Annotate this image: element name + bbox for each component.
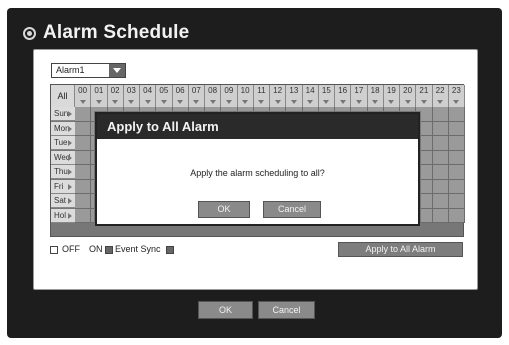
apply-to-all-alarm-button[interactable]: Apply to All Alarm — [338, 242, 463, 257]
hour-header[interactable]: 21 — [416, 85, 433, 107]
hour-header[interactable]: 07 — [188, 85, 205, 107]
hour-header[interactable]: 09 — [221, 85, 238, 107]
chevron-down-icon[interactable] — [109, 64, 125, 77]
window-title: Alarm Schedule — [43, 22, 190, 43]
legend-event-sync-label: Event Sync — [115, 244, 161, 254]
schedule-cell[interactable] — [75, 194, 92, 209]
schedule-cell[interactable] — [75, 121, 92, 136]
hour-header[interactable]: 17 — [351, 85, 368, 107]
dialog-titlebar: Apply to All Alarm — [97, 114, 418, 139]
hour-header[interactable]: 05 — [156, 85, 173, 107]
day-label[interactable]: Sat — [51, 194, 75, 208]
on-legend-box — [105, 246, 113, 254]
event-sync-legend-box — [166, 246, 174, 254]
off-legend-box — [50, 246, 58, 254]
legend-on-label: ON — [89, 244, 103, 254]
schedule-cell[interactable] — [432, 107, 449, 122]
alarm-select-value: Alarm1 — [56, 65, 85, 75]
hour-header[interactable]: 02 — [107, 85, 124, 107]
schedule-cell[interactable] — [432, 150, 449, 165]
day-label[interactable]: Tue — [51, 136, 75, 150]
dialog-ok-button[interactable]: OK — [198, 201, 250, 218]
hour-header[interactable]: 01 — [91, 85, 108, 107]
schedule-cell[interactable] — [432, 136, 449, 151]
hour-header[interactable]: 23 — [448, 85, 465, 107]
hour-header[interactable]: 04 — [140, 85, 157, 107]
cancel-button[interactable]: Cancel — [258, 301, 315, 319]
schedule-cell[interactable] — [432, 194, 449, 209]
dialog-cancel-button[interactable]: Cancel — [263, 201, 321, 218]
day-label[interactable]: Wed — [51, 150, 75, 165]
apply-confirm-dialog: Apply to All Alarm Apply the alarm sched… — [95, 112, 420, 226]
schedule-cell[interactable] — [448, 150, 465, 165]
schedule-cell[interactable] — [448, 194, 465, 209]
schedule-cell[interactable] — [432, 165, 449, 180]
ok-button[interactable]: OK — [198, 301, 253, 319]
hour-header[interactable]: 11 — [253, 85, 270, 107]
schedule-cell[interactable] — [448, 136, 465, 151]
schedule-cell[interactable] — [448, 179, 465, 194]
schedule-cell[interactable] — [448, 121, 465, 136]
hour-header[interactable]: 00 — [75, 85, 92, 107]
schedule-cell[interactable] — [432, 179, 449, 194]
schedule-cell[interactable] — [75, 150, 92, 165]
hour-header[interactable]: 12 — [270, 85, 287, 107]
hour-header[interactable]: 08 — [205, 85, 222, 107]
day-label[interactable]: Sun — [51, 107, 75, 121]
hour-header[interactable]: 14 — [302, 85, 319, 107]
hour-header[interactable]: 20 — [400, 85, 417, 107]
hour-header[interactable]: 19 — [383, 85, 400, 107]
schedule-cell[interactable] — [432, 208, 449, 223]
schedule-cell[interactable] — [75, 136, 92, 151]
hour-header[interactable]: 16 — [335, 85, 352, 107]
hour-header[interactable]: 10 — [237, 85, 254, 107]
schedule-cell[interactable] — [75, 107, 92, 122]
day-label[interactable]: Fri — [51, 179, 75, 194]
dialog-title: Apply to All Alarm — [107, 119, 219, 134]
dialog-message: Apply the alarm scheduling to all? — [190, 168, 325, 178]
schedule-cell[interactable] — [448, 107, 465, 122]
schedule-cell[interactable] — [448, 208, 465, 223]
hour-header[interactable]: 22 — [432, 85, 449, 107]
hour-header[interactable]: 18 — [367, 85, 384, 107]
settings-circle-icon — [23, 27, 36, 40]
schedule-cell[interactable] — [75, 208, 92, 223]
legend-off-label: OFF — [62, 244, 80, 254]
schedule-cell[interactable] — [75, 165, 92, 180]
hour-header[interactable]: 13 — [286, 85, 303, 107]
hour-header[interactable]: 15 — [318, 85, 335, 107]
schedule-cell[interactable] — [75, 179, 92, 194]
day-label[interactable]: Thu — [51, 165, 75, 179]
hour-header[interactable]: 06 — [172, 85, 189, 107]
day-label[interactable]: Mon — [51, 121, 75, 136]
day-label[interactable]: Hol — [51, 208, 75, 223]
alarm-select[interactable]: Alarm1 — [51, 63, 126, 78]
select-all-button[interactable]: All — [51, 85, 75, 107]
schedule-cell[interactable] — [432, 121, 449, 136]
schedule-cell[interactable] — [448, 165, 465, 180]
hour-header[interactable]: 03 — [123, 85, 140, 107]
